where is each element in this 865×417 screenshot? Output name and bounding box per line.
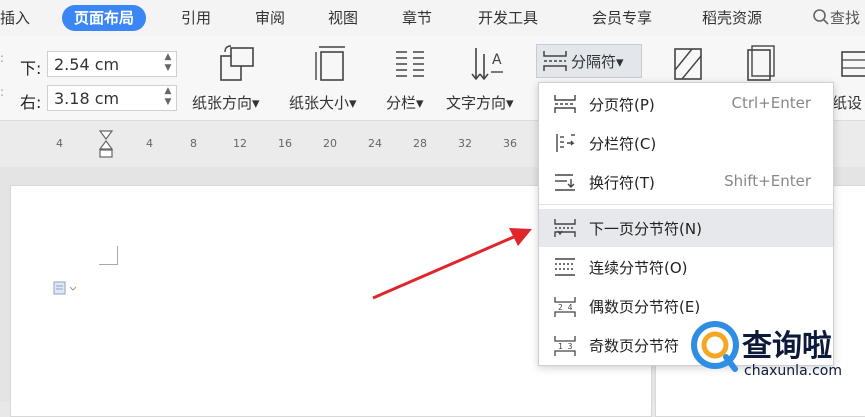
page-border-button[interactable] bbox=[668, 44, 708, 84]
site-watermark: 查询啦 chaxunla.com bbox=[688, 315, 865, 402]
menu-item-line-break[interactable]: 换行符(T) Shift+Enter bbox=[539, 163, 833, 201]
bottom-margin-value: 2.54 cm bbox=[54, 55, 120, 74]
bottom-margin-row: : 下: 2.54 cm ▲ ▼ bbox=[0, 51, 190, 79]
paper-settings-button[interactable] bbox=[838, 44, 865, 84]
tab-insert[interactable]: 插入 bbox=[0, 5, 30, 31]
left-edge-marker-2: : bbox=[0, 85, 5, 99]
ruler-tick: 4 bbox=[146, 137, 153, 150]
watermark-title: 查询啦 bbox=[742, 329, 832, 364]
ruler-tick: 20 bbox=[323, 137, 337, 150]
text-direction-label[interactable]: 文字方向▾ bbox=[446, 92, 514, 113]
orientation-label[interactable]: 纸张方向▾ bbox=[192, 92, 260, 113]
ruler-tick: 32 bbox=[458, 137, 472, 150]
tab-chapter[interactable]: 章节 bbox=[402, 5, 432, 31]
tab-page-layout[interactable]: 页面布局 bbox=[62, 5, 147, 31]
search-button[interactable]: 查找 bbox=[812, 5, 860, 31]
svg-text:1 3: 1 3 bbox=[558, 342, 573, 351]
ruler-tick: 24 bbox=[368, 137, 382, 150]
left-edge-marker: : bbox=[0, 51, 5, 65]
ruler-tick: 8 bbox=[190, 137, 197, 150]
page-background-button[interactable] bbox=[740, 44, 780, 84]
right-margin-input[interactable]: 3.18 cm ▲ ▼ bbox=[47, 85, 177, 111]
indent-marker-icon[interactable] bbox=[98, 129, 114, 163]
tab-review[interactable]: 审阅 bbox=[255, 5, 285, 31]
paper-size-label[interactable]: 纸张大小▾ bbox=[289, 92, 357, 113]
right-margin-spinner[interactable]: ▲ ▼ bbox=[162, 86, 174, 112]
line-break-icon bbox=[555, 174, 575, 191]
ruler-tick: 12 bbox=[233, 137, 247, 150]
separator-button[interactable]: 分隔符▾ bbox=[536, 44, 642, 78]
text-direction-button[interactable]: A bbox=[466, 44, 510, 84]
bottom-margin-spinner[interactable]: ▲ ▼ bbox=[162, 52, 174, 78]
tab-member[interactable]: 会员专享 bbox=[592, 5, 652, 31]
svg-text:A: A bbox=[492, 52, 502, 68]
tab-docer-resources[interactable]: 稻壳资源 bbox=[702, 5, 762, 31]
paper-size-icon bbox=[315, 46, 345, 81]
tab-developer[interactable]: 开发工具 bbox=[478, 5, 538, 31]
paper-settings-label[interactable]: 纸设 bbox=[832, 92, 862, 113]
menu-item-next-page-section-break[interactable]: 下一页分节符(N) bbox=[539, 209, 833, 247]
watermark-subtitle: chaxunla.com bbox=[744, 363, 842, 379]
bottom-margin-input[interactable]: 2.54 cm ▲ ▼ bbox=[47, 51, 177, 77]
text-direction-icon: A bbox=[471, 48, 503, 81]
page-break-icon bbox=[554, 95, 576, 113]
tab-references[interactable]: 引用 bbox=[181, 5, 211, 31]
ruler-tick: 16 bbox=[278, 137, 292, 150]
right-margin-value: 3.18 cm bbox=[54, 89, 120, 108]
orientation-button[interactable] bbox=[212, 44, 260, 84]
columns-button[interactable] bbox=[388, 44, 432, 84]
right-margin-label: 右: bbox=[20, 93, 42, 112]
odd-page-section-icon: 1 3 bbox=[554, 336, 576, 356]
separator-icon bbox=[543, 51, 567, 71]
bottom-margin-label: 下: bbox=[20, 59, 42, 78]
continuous-section-icon bbox=[555, 258, 575, 276]
margin-corner-mark bbox=[99, 246, 118, 265]
columns-label[interactable]: 分栏▾ bbox=[386, 92, 424, 113]
columns-icon bbox=[396, 51, 424, 77]
page-background-icon bbox=[747, 45, 775, 81]
menu-item-column-break[interactable]: 分栏符(C) bbox=[539, 124, 833, 162]
watermark-logo-icon bbox=[691, 321, 739, 372]
search-label: 查找 bbox=[830, 9, 861, 27]
page-border-icon bbox=[674, 48, 702, 80]
menu-separator bbox=[539, 204, 833, 205]
next-page-section-icon bbox=[554, 219, 576, 237]
ruler-tick: 28 bbox=[413, 137, 427, 150]
ruler-tick: 36 bbox=[503, 137, 517, 150]
tab-view[interactable]: 视图 bbox=[328, 5, 358, 31]
paper-settings-icon bbox=[841, 51, 865, 77]
menu-item-page-break[interactable]: 分页符(P) Ctrl+Enter bbox=[539, 85, 833, 123]
paragraph-handle-icon[interactable] bbox=[53, 281, 79, 298]
right-margin-row: : 右: 3.18 cm ▲ ▼ bbox=[0, 85, 190, 113]
paper-size-button[interactable] bbox=[308, 44, 356, 84]
ruler-tick: 4 bbox=[56, 137, 63, 150]
menu-item-continuous-section-break[interactable]: 连续分节符(O) bbox=[539, 248, 833, 286]
svg-text:2 4: 2 4 bbox=[558, 303, 573, 312]
ribbon-tab-bar: 插入 页面布局 引用 审阅 视图 章节 开发工具 会员专享 稻壳资源 查找 bbox=[0, 0, 865, 36]
search-icon bbox=[813, 9, 829, 25]
page-orientation-icon bbox=[220, 45, 254, 81]
column-break-icon bbox=[556, 134, 575, 152]
separator-label: 分隔符▾ bbox=[571, 53, 624, 71]
even-page-section-icon: 2 4 bbox=[554, 297, 576, 317]
